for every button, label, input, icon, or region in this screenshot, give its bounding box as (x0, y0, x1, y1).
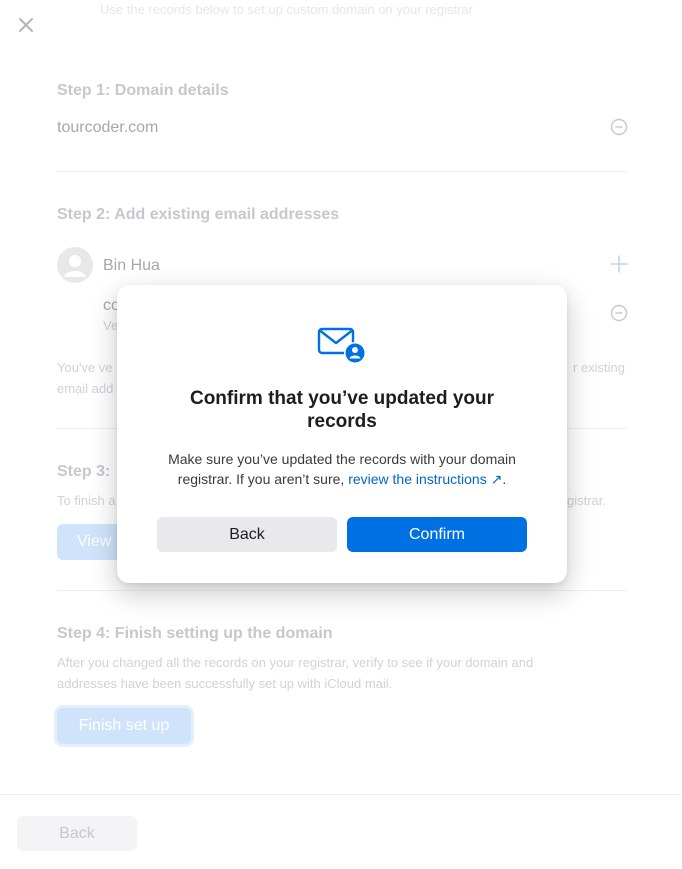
step2-note-start: You've ve (57, 360, 113, 375)
add-address-icon[interactable] (609, 254, 629, 274)
review-instructions-link[interactable]: review the instructions ↗ (348, 471, 502, 487)
top-clipped-text: Use the records below to set up custom d… (100, 2, 473, 17)
dialog-back-button[interactable]: Back (157, 517, 337, 552)
person-icon (64, 255, 86, 277)
footer-back-button[interactable]: Back (17, 816, 137, 851)
remove-domain-icon[interactable] (610, 118, 628, 136)
step4-title: Step 4: Finish setting up the domain (57, 625, 333, 642)
step3-desc-start: To finish a (57, 493, 116, 508)
dialog-title: Confirm that you’ve updated your records (189, 388, 495, 432)
divider (57, 171, 627, 172)
mail-person-icon (317, 327, 366, 364)
step3-title: Step 3: (57, 463, 111, 480)
step2-note-line2: email add (57, 381, 114, 396)
dialog-body-suffix: . (502, 471, 507, 487)
footer-divider (0, 794, 682, 795)
confirm-dialog: Confirm that you’ve updated your records… (117, 285, 567, 583)
close-icon[interactable] (15, 14, 37, 36)
step4-desc-line1: After you changed all the records on you… (57, 655, 534, 670)
avatar (57, 247, 93, 283)
finish-setup-button[interactable]: Finish set up (57, 708, 191, 744)
address-status: Ve (103, 318, 119, 333)
step2-title: Step 2: Add existing email addresses (57, 206, 340, 223)
remove-address-icon[interactable] (610, 304, 628, 322)
divider (57, 590, 627, 591)
dialog-body: Make sure you’ve updated the records wit… (147, 449, 537, 489)
person-name: Bin Hua (103, 257, 160, 274)
step3-desc-end: gistrar. (567, 493, 607, 508)
step1-title: Step 1: Domain details (57, 82, 229, 99)
domain-name: tourcoder.com (57, 119, 159, 136)
step4-desc-line2: addresses have been successfully set up … (57, 676, 393, 691)
step2-note-end: r existing (573, 360, 626, 375)
dialog-confirm-button[interactable]: Confirm (347, 517, 527, 552)
